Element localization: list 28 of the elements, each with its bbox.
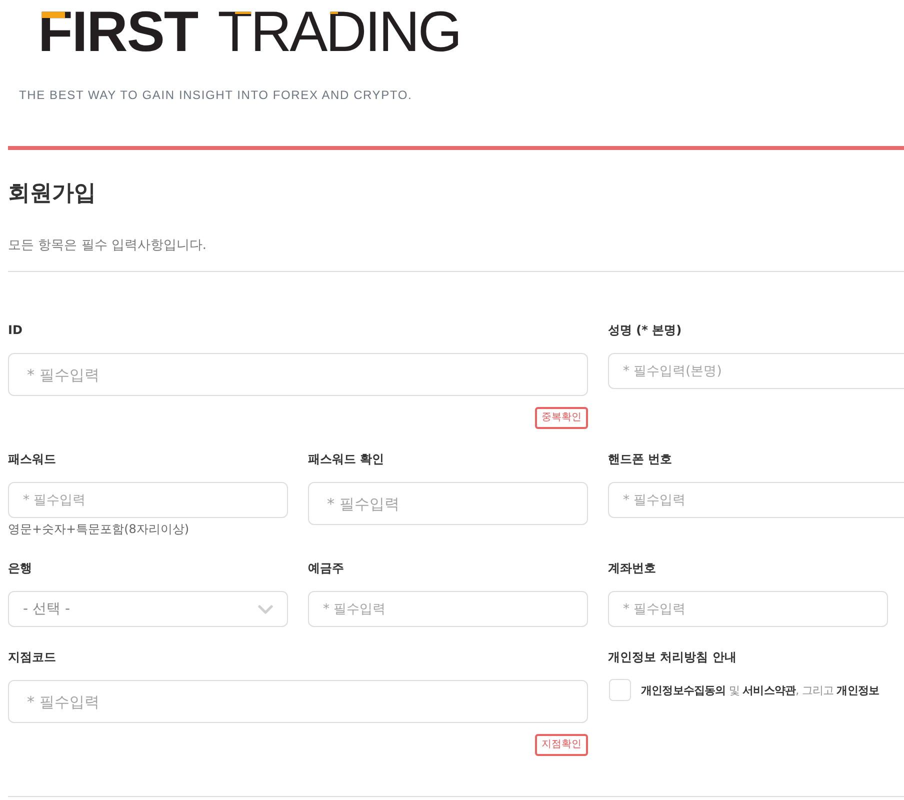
consent-text: 개인정보수집동의 및 서비스약관, 그리고 개인정보: [641, 682, 880, 698]
input-field[interactable]: * 필수입력: [608, 482, 904, 518]
input-field[interactable]: * 필수입력(본명): [608, 353, 904, 389]
input-field[interactable]: * 필수입력: [608, 591, 888, 627]
field-label: 은행: [8, 560, 32, 576]
page-title: 회원가입: [8, 180, 96, 208]
password-hint: 영문+숫자+특문포함(8자리이상): [8, 521, 190, 538]
required-notice: 모든 항목은 필수 입력사항입니다.: [8, 237, 207, 255]
field-label: 패스워드 확인: [308, 451, 384, 467]
input-field[interactable]: * 필수입력: [308, 482, 588, 525]
field-label: 지점코드: [8, 649, 56, 665]
input-field[interactable]: * 필수입력: [8, 680, 588, 723]
check-button[interactable]: 중복확인: [535, 407, 588, 429]
check-button[interactable]: 지점확인: [535, 734, 588, 756]
field-label: ID: [8, 322, 22, 338]
field-label: 패스워드: [8, 451, 56, 467]
checkbox[interactable]: [609, 679, 631, 701]
input-field[interactable]: * 필수입력: [8, 353, 588, 396]
input-field[interactable]: * 필수입력: [308, 591, 588, 627]
field-label: 개인정보 처리방침 안내: [608, 649, 736, 665]
field-label: 성명 (* 본명): [608, 322, 682, 338]
chevron-down-icon: [258, 604, 273, 614]
tagline: THE BEST WAY TO GAIN INSIGHT INTO FOREX AND CRYPTO.: [19, 87, 412, 103]
input-field[interactable]: * 필수입력: [8, 482, 288, 518]
select-dropdown[interactable]: - 선택 -: [8, 591, 288, 627]
field-label: 예금주: [308, 560, 344, 576]
field-label: 계좌번호: [608, 560, 656, 576]
field-label: 핸드폰 번호: [608, 451, 672, 467]
